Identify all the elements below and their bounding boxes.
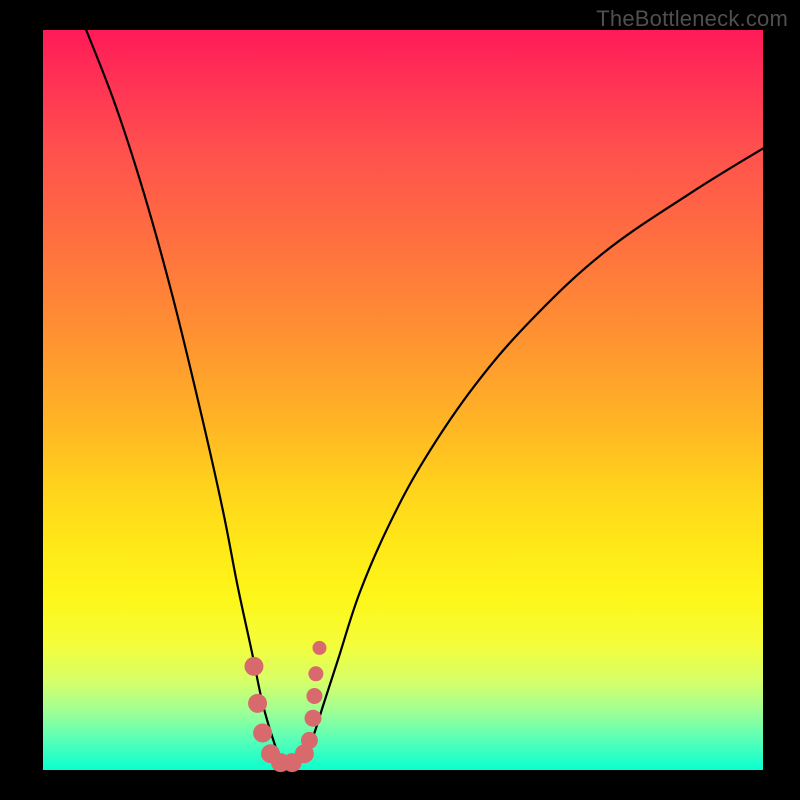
watermark-text: TheBottleneck.com [596,6,788,32]
optimal-marker [308,666,323,681]
optimal-marker [312,641,326,655]
optimal-zone-markers [244,641,326,772]
chart-frame: TheBottleneck.com [0,0,800,800]
plot-area [43,30,763,770]
optimal-marker [248,694,267,713]
optimal-marker [244,657,263,676]
optimal-marker [253,724,272,743]
chart-svg [43,30,763,770]
bottleneck-curve [86,30,763,767]
optimal-marker [305,710,322,727]
optimal-marker [306,688,322,704]
optimal-marker [301,732,318,749]
